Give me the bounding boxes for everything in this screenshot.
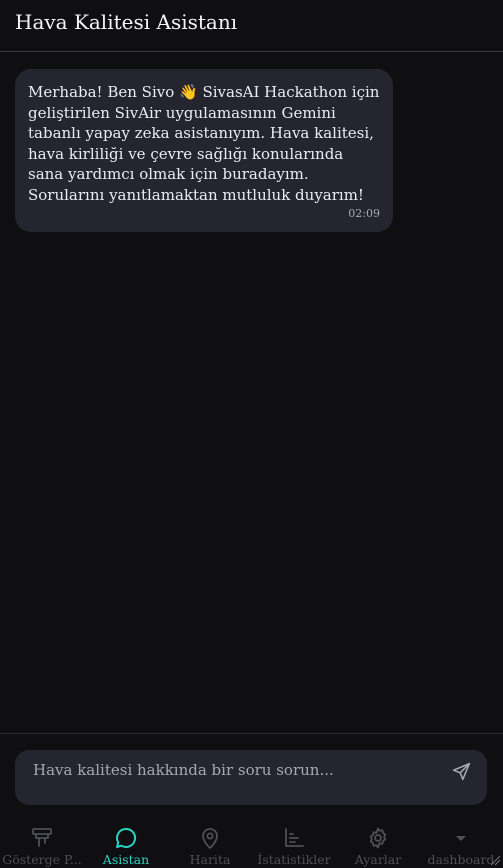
gauge-icon — [32, 828, 52, 847]
tab-map[interactable]: Harita — [168, 813, 252, 868]
tab-assistant[interactable]: Asistan — [84, 813, 168, 868]
app-header: Hava Kalitesi Asistanı — [0, 0, 503, 52]
tab-dashboard[interactable]: Gösterge P... — [0, 813, 84, 868]
tab-label: Gösterge P... — [2, 852, 82, 867]
map-pin-icon — [202, 828, 218, 849]
tab-label: dashboard — [427, 852, 495, 867]
tab-label: İstatistikler — [257, 852, 331, 867]
message-text: Merhaba! Ben Sivo 👋 SivasAI Hackathon iç… — [28, 83, 380, 204]
message-input[interactable] — [31, 758, 435, 782]
composer-bar — [0, 733, 503, 813]
caret-down-icon — [456, 836, 466, 841]
assistant-message: Merhaba! Ben Sivo 👋 SivasAI Hackathon iç… — [15, 69, 393, 232]
composer — [15, 750, 487, 805]
tab-label: Harita — [189, 852, 231, 867]
message-timestamp: 02:09 — [348, 207, 380, 220]
gear-icon — [369, 827, 387, 849]
send-button[interactable] — [450, 760, 472, 782]
tab-settings[interactable]: Ayarlar — [336, 813, 420, 868]
bottom-tab-bar: Gösterge P... Asistan Harita İstatistikl… — [0, 813, 503, 868]
tab-statistics[interactable]: İstatistikler — [252, 813, 336, 868]
tab-label: Ayarlar — [354, 852, 402, 867]
chat-area[interactable]: Merhaba! Ben Sivo 👋 SivasAI Hackathon iç… — [0, 53, 503, 733]
tab-label: Asistan — [102, 852, 150, 867]
resize-grip-icon[interactable] — [489, 854, 501, 866]
bar-chart-icon — [285, 828, 304, 847]
chat-bubble-icon — [116, 827, 137, 848]
send-icon — [452, 762, 470, 780]
page-title: Hava Kalitesi Asistanı — [15, 10, 238, 34]
